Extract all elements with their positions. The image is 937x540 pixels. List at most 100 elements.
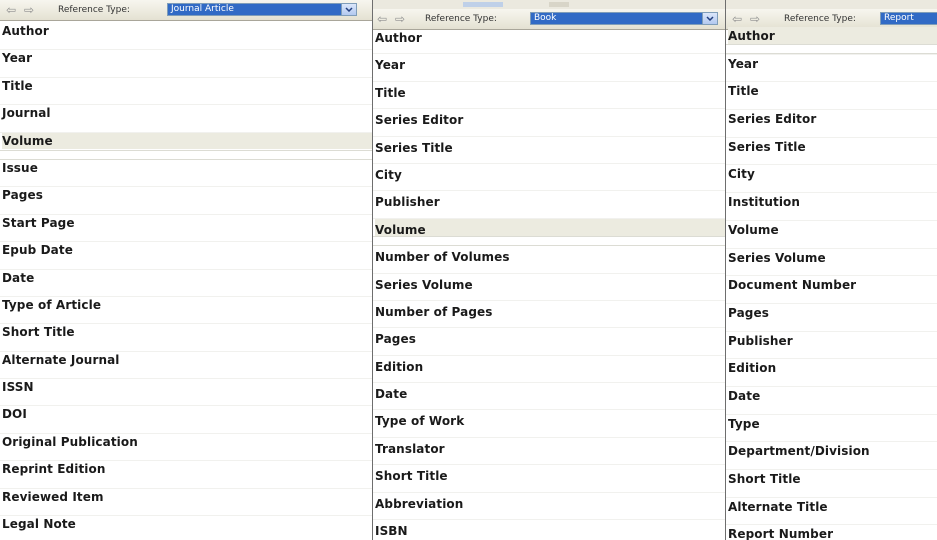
field-row[interactable]: ISSN xyxy=(0,379,372,407)
field-row[interactable]: Alternate Journal xyxy=(0,352,372,380)
chevron-down-icon[interactable] xyxy=(341,4,356,15)
field-label: Original Publication xyxy=(2,434,138,449)
field-label: Title xyxy=(375,85,406,100)
field-row[interactable]: Series Title xyxy=(726,138,937,166)
field-list: Author Year Title Series Editor Series Title… xyxy=(726,27,937,540)
field-row[interactable]: Abbreviation xyxy=(373,493,725,521)
field-label: Short Title xyxy=(375,469,448,484)
field-row[interactable]: Pages xyxy=(726,304,937,332)
reference-toolbar: ⇦ ⇨ Reference Type: Journal Article xyxy=(0,0,372,21)
field-row[interactable]: Author xyxy=(373,27,725,55)
field-row[interactable]: Start Page xyxy=(0,215,372,243)
field-row[interactable]: Edition xyxy=(726,359,937,387)
field-row[interactable]: Date xyxy=(726,387,937,415)
field-row[interactable]: Volume xyxy=(0,132,372,160)
field-row[interactable]: Report Number xyxy=(726,525,937,540)
field-row[interactable]: Author xyxy=(0,23,372,51)
reference-type-label: Reference Type: xyxy=(784,14,856,24)
field-label: Year xyxy=(375,58,406,73)
field-label: Type xyxy=(728,416,760,431)
field-row[interactable]: Type xyxy=(726,415,937,443)
field-label: Issue xyxy=(2,160,38,175)
field-row[interactable]: Series Title xyxy=(373,137,725,164)
field-label: Volume xyxy=(375,218,725,238)
field-row[interactable]: Type of Article xyxy=(0,297,372,325)
field-row[interactable]: Volume xyxy=(373,218,725,247)
field-label: Date xyxy=(728,388,761,403)
field-row[interactable]: Short Title xyxy=(726,470,937,498)
field-row[interactable]: Date xyxy=(0,270,372,297)
field-row[interactable]: Institution xyxy=(726,193,937,221)
field-row[interactable]: Legal Note xyxy=(0,516,372,540)
field-row[interactable]: Document Number xyxy=(726,276,937,304)
field-row[interactable]: Pages xyxy=(373,328,725,356)
field-label: City xyxy=(375,167,402,182)
field-row[interactable]: Reprint Edition xyxy=(0,461,372,489)
field-row[interactable]: Year xyxy=(0,50,372,78)
field-label: Alternate Title xyxy=(728,499,828,514)
field-row[interactable]: Number of Pages xyxy=(373,301,725,329)
field-row[interactable]: ISBN xyxy=(373,520,725,540)
field-label: Report Number xyxy=(728,527,834,540)
forward-arrow-icon[interactable]: ⇨ xyxy=(750,12,760,26)
field-row[interactable]: City xyxy=(373,164,725,192)
chevron-down-icon[interactable] xyxy=(702,13,717,24)
field-row[interactable]: Series Editor xyxy=(726,110,937,138)
field-row[interactable]: Date xyxy=(373,383,725,411)
field-row[interactable]: Number of Volumes xyxy=(373,246,725,274)
field-label: Edition xyxy=(375,359,424,374)
field-label: Series Editor xyxy=(375,113,464,128)
back-arrow-icon[interactable]: ⇦ xyxy=(732,12,742,26)
field-label: Date xyxy=(375,387,408,402)
field-row[interactable]: Epub Date xyxy=(0,242,372,270)
field-row[interactable]: DOI xyxy=(0,406,372,434)
forward-arrow-icon[interactable]: ⇨ xyxy=(395,12,405,26)
field-row[interactable]: Reviewed Item xyxy=(0,489,372,517)
field-label: Type of Article xyxy=(2,297,102,312)
field-row[interactable]: Series Volume xyxy=(373,274,725,301)
field-label: Author xyxy=(2,24,49,38)
field-label: Title xyxy=(728,84,759,99)
field-label: Number of Pages xyxy=(375,304,493,319)
back-arrow-icon[interactable]: ⇦ xyxy=(6,3,16,17)
field-row[interactable]: Edition xyxy=(373,356,725,384)
reference-panel-journal-article: ⇦ ⇨ Reference Type: Journal Article Auth… xyxy=(0,0,372,540)
field-row[interactable]: Series Editor xyxy=(373,109,725,137)
field-row[interactable]: Publisher xyxy=(373,191,725,219)
field-row[interactable]: Author xyxy=(726,27,937,55)
field-row[interactable]: Translator xyxy=(373,438,725,466)
field-row[interactable]: Type of Work xyxy=(373,410,725,438)
field-row[interactable]: Title xyxy=(373,82,725,110)
field-row[interactable]: Pages xyxy=(0,187,372,215)
reference-type-select[interactable]: Journal Article xyxy=(167,3,357,16)
field-row[interactable]: Short Title xyxy=(0,324,372,352)
field-list: Author Year Title Series Editor Series Title… xyxy=(373,27,725,540)
field-label: Title xyxy=(2,78,33,93)
field-row[interactable]: Department/Division xyxy=(726,442,937,470)
field-row[interactable]: Journal xyxy=(0,105,372,133)
field-row[interactable]: Publisher xyxy=(726,332,937,360)
field-label: Series Title xyxy=(375,140,453,155)
field-label: Journal xyxy=(2,106,51,121)
field-row[interactable]: Issue xyxy=(0,160,372,188)
back-arrow-icon[interactable]: ⇦ xyxy=(377,12,387,26)
field-row[interactable]: Alternate Title xyxy=(726,498,937,526)
reference-type-select[interactable]: Book xyxy=(530,12,718,25)
field-row[interactable]: City xyxy=(726,165,937,194)
field-label: Author xyxy=(375,31,422,45)
field-label: Institution xyxy=(728,195,801,210)
reference-type-select[interactable]: Report xyxy=(880,12,937,25)
field-row[interactable]: Original Publication xyxy=(0,434,372,462)
field-row[interactable]: Short Title xyxy=(373,465,725,493)
field-row[interactable]: Title xyxy=(0,78,372,106)
field-row[interactable]: Series Volume xyxy=(726,249,937,277)
field-label: Abbreviation xyxy=(375,496,464,511)
forward-arrow-icon[interactable]: ⇨ xyxy=(24,3,34,17)
field-row[interactable]: Year xyxy=(373,54,725,82)
reference-panel-report: ⇦ ⇨ Reference Type: Report Author Year Tit… xyxy=(726,0,937,540)
field-row[interactable]: Volume xyxy=(726,221,937,249)
reference-type-value: Report xyxy=(884,13,914,23)
reference-type-label: Reference Type: xyxy=(58,5,130,15)
field-row[interactable]: Year xyxy=(726,55,937,83)
field-row[interactable]: Title xyxy=(726,82,937,111)
